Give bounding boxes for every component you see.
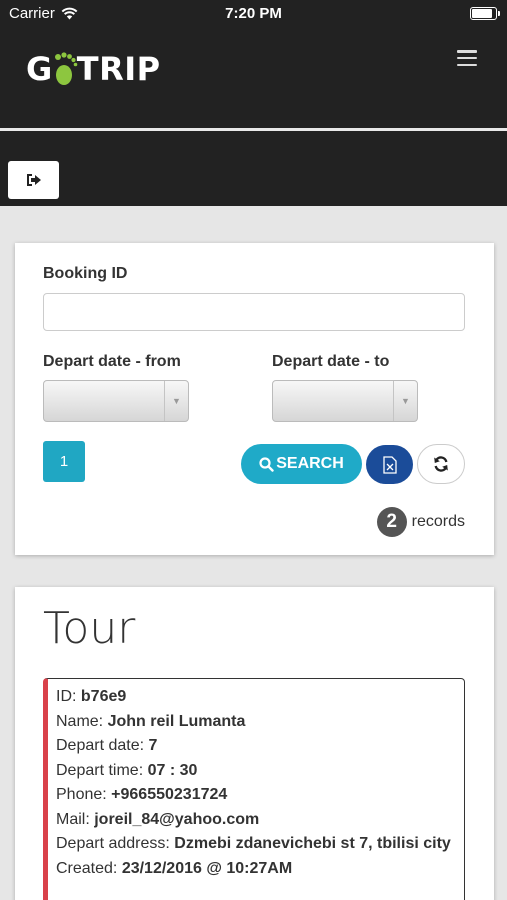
search-panel: Booking ID Depart date - from ▼ Depart d…	[15, 243, 494, 555]
booking-id-row: ID: b76e9	[56, 688, 127, 705]
booking-depart-time-row: Depart time: 07 : 30	[56, 761, 198, 779]
gotrip-logo[interactable]: G TRIP	[26, 50, 161, 88]
booking-depart-date-row: Depart date: 7	[56, 737, 158, 754]
logo-suffix: TRIP	[76, 50, 161, 88]
tour-panel: Tour ID: b76e9 Name: John reil Lumanta D…	[15, 587, 494, 900]
footprint-icon	[54, 52, 78, 85]
search-button[interactable]: SEARCH	[241, 444, 362, 484]
records-count: 2 records	[376, 507, 465, 537]
booking-phone-row: Phone: +966550231724	[56, 786, 228, 803]
dropdown-arrow-icon: ▼	[393, 381, 417, 421]
booking-name-row: Name: John reil Lumanta	[56, 712, 246, 730]
refresh-button[interactable]	[417, 444, 465, 484]
battery-icon	[470, 7, 500, 20]
records-badge: 2	[376, 507, 407, 537]
logout-button[interactable]	[8, 161, 59, 199]
refresh-icon	[434, 456, 448, 472]
dropdown-arrow-icon: ▼	[164, 381, 188, 421]
depart-from-select[interactable]: ▼	[43, 380, 189, 422]
excel-file-icon	[382, 455, 397, 474]
tour-title: Tour	[43, 603, 136, 654]
booking-address-row: Depart address: Dzmebi zdanevichebi st 7…	[56, 835, 451, 852]
records-label: records	[411, 513, 465, 530]
search-icon	[259, 456, 274, 472]
sign-out-icon	[26, 174, 41, 186]
status-bar: Carrier 7:20 PM	[0, 0, 507, 28]
hamburger-menu-icon[interactable]	[457, 50, 477, 66]
search-button-label: SEARCH	[276, 455, 344, 472]
sub-toolbar	[0, 131, 507, 206]
booking-mail-row: Mail: joreil_84@yahoo.com	[56, 810, 260, 828]
depart-to-label: Depart date - to	[272, 353, 390, 370]
status-time: 7:20 PM	[225, 5, 282, 22]
depart-from-label: Depart date - from	[43, 353, 181, 370]
booking-card[interactable]: ID: b76e9 Name: John reil Lumanta Depart…	[43, 678, 465, 900]
logo-prefix: G	[26, 50, 53, 88]
app-header: G TRIP	[0, 28, 507, 128]
booking-created-row: Created: 23/12/2016 @ 10:27AM	[56, 859, 293, 877]
booking-id-input[interactable]	[43, 293, 465, 331]
depart-to-select[interactable]: ▼	[272, 380, 418, 422]
booking-id-label: Booking ID	[43, 265, 128, 282]
page-1-button[interactable]: 1	[43, 441, 85, 482]
export-excel-button[interactable]	[366, 445, 413, 484]
